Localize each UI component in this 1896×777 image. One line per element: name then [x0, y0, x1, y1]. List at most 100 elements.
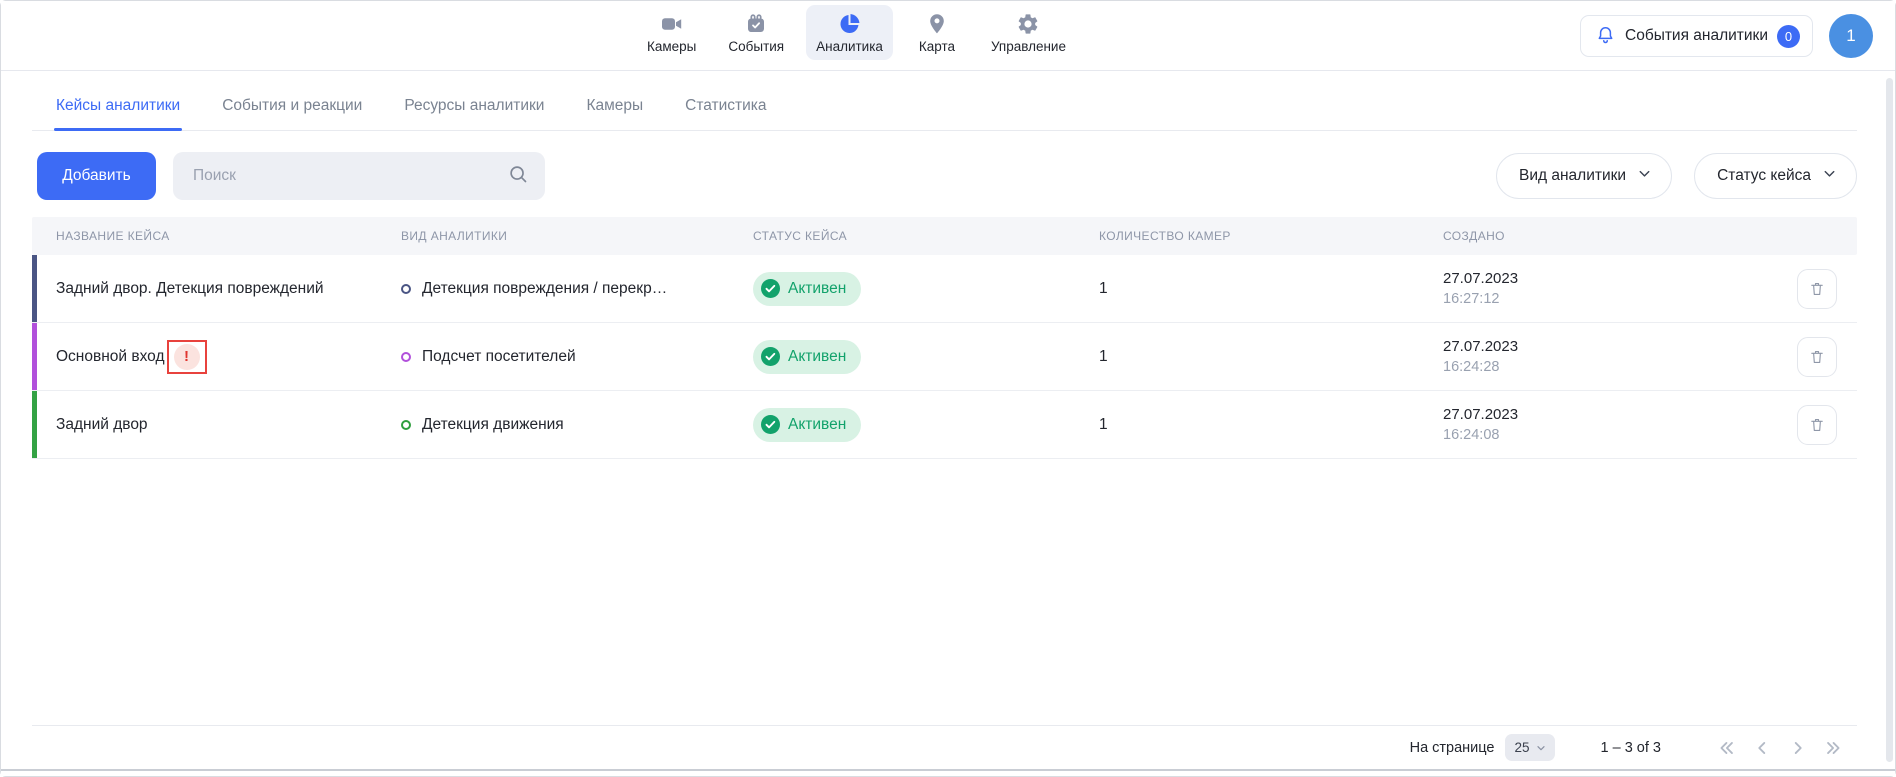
row-accent-bar	[32, 255, 37, 322]
created-date: 27.07.2023	[1443, 405, 1777, 425]
row-accent-bar	[32, 323, 37, 390]
camera-count: 1	[1081, 280, 1425, 298]
analytics-type-label: Подсчет посетителей	[422, 348, 576, 366]
cases-table: НАЗВАНИЕ КЕЙСА ВИД АНАЛИТИКИ СТАТУС КЕЙС…	[32, 217, 1857, 459]
toolbar: Добавить Вид аналитики Статус кейса	[32, 152, 1857, 200]
table-header: НАЗВАНИЕ КЕЙСА ВИД АНАЛИТИКИ СТАТУС КЕЙС…	[32, 217, 1857, 255]
status-label: Активен	[788, 348, 846, 366]
nav-item-events[interactable]: События	[718, 5, 794, 60]
nav-item-analytics[interactable]: Аналитика	[806, 5, 893, 60]
top-bar-right: События аналитики 0 1	[1580, 14, 1873, 58]
analytics-type-label: Детекция движения	[422, 416, 564, 434]
trash-icon	[1808, 416, 1826, 434]
analytics-type-icon	[401, 352, 411, 362]
status-badge: Активен	[753, 340, 861, 374]
search-box	[173, 152, 545, 200]
case-name: Задний двор	[56, 416, 148, 434]
table-row[interactable]: Основной вход ! Подсчет посетителей Акти…	[32, 323, 1857, 391]
nav-item-cameras[interactable]: Камеры	[637, 5, 706, 60]
camera-count: 1	[1081, 348, 1425, 366]
status-badge: Активен	[753, 272, 861, 306]
case-status-filter-label: Статус кейса	[1717, 167, 1811, 185]
events-count-badge: 0	[1777, 25, 1800, 48]
column-header-created: СОЗДАНО	[1425, 229, 1777, 243]
search-icon[interactable]	[507, 163, 529, 190]
analytics-type-filter-label: Вид аналитики	[1519, 167, 1626, 185]
analytics-tabs: Кейсы аналитики События и реакции Ресурс…	[32, 71, 1857, 131]
camera-count: 1	[1081, 416, 1425, 434]
per-page-label: На странице	[1410, 740, 1495, 756]
chevron-down-icon	[1821, 165, 1838, 187]
tab-analytics-cases[interactable]: Кейсы аналитики	[56, 97, 180, 130]
analytics-events-label: События аналитики	[1625, 27, 1768, 45]
trash-icon	[1808, 348, 1826, 366]
chevron-right-icon	[1787, 737, 1809, 759]
nav-label: Карта	[919, 39, 955, 54]
column-header-case-status: СТАТУС КЕЙСА	[735, 229, 1081, 243]
status-badge: Активен	[753, 408, 861, 442]
nav-label: Аналитика	[816, 39, 883, 54]
status-label: Активен	[788, 280, 846, 298]
gear-icon	[1016, 12, 1040, 36]
last-page-button[interactable]	[1821, 735, 1847, 761]
delete-case-button[interactable]	[1797, 269, 1837, 309]
case-status-filter[interactable]: Статус кейса	[1694, 153, 1857, 199]
table-row[interactable]: Задний двор. Детекция повреждений Детекц…	[32, 255, 1857, 323]
check-circle-icon	[761, 415, 780, 434]
row-accent-bar	[32, 391, 37, 458]
add-case-button[interactable]: Добавить	[37, 152, 156, 200]
nav-label: Управление	[991, 39, 1066, 54]
case-name: Задний двор. Детекция повреждений	[56, 280, 324, 298]
analytics-type-filter[interactable]: Вид аналитики	[1496, 153, 1672, 199]
nav-item-map[interactable]: Карта	[905, 5, 969, 60]
video-camera-icon	[659, 12, 684, 36]
tab-events-and-reactions[interactable]: События и реакции	[222, 97, 362, 130]
delete-case-button[interactable]	[1797, 405, 1837, 445]
per-page-select[interactable]: 25	[1505, 734, 1555, 761]
warning-exclamation-icon: !	[174, 344, 200, 370]
analytics-type-icon	[401, 284, 411, 294]
table-row[interactable]: Задний двор Детекция движения Активен 1 …	[32, 391, 1857, 459]
created-time: 16:24:28	[1443, 357, 1777, 377]
nav-label: Камеры	[647, 39, 696, 54]
top-bar: Камеры События Аналитика Карта Управлени…	[1, 1, 1895, 71]
main-navigation: Камеры События Аналитика Карта Управлени…	[637, 5, 1076, 60]
delete-case-button[interactable]	[1797, 337, 1837, 377]
created-time: 16:24:08	[1443, 425, 1777, 445]
empty-space	[32, 459, 1857, 725]
analytics-events-button[interactable]: События аналитики 0	[1580, 15, 1813, 57]
analytics-type-icon	[401, 420, 411, 430]
next-page-button[interactable]	[1785, 735, 1811, 761]
trash-icon	[1808, 280, 1826, 298]
case-name: Основной вход	[56, 348, 165, 366]
tab-cameras[interactable]: Камеры	[586, 97, 643, 130]
check-circle-icon	[761, 347, 780, 366]
chevron-down-icon	[1636, 165, 1653, 187]
pie-chart-icon	[837, 12, 862, 36]
scrollbar[interactable]	[1886, 78, 1893, 762]
column-header-analytics-type: ВИД АНАЛИТИКИ	[383, 229, 735, 243]
created-time: 16:27:12	[1443, 289, 1777, 309]
map-pin-icon	[925, 12, 949, 36]
created-date: 27.07.2023	[1443, 269, 1777, 289]
calendar-check-icon	[744, 12, 768, 36]
chevron-down-icon	[1535, 742, 1547, 754]
pager	[1713, 735, 1847, 761]
check-circle-icon	[761, 279, 780, 298]
first-page-button[interactable]	[1713, 735, 1739, 761]
double-chevron-left-icon	[1715, 737, 1737, 759]
search-input[interactable]	[193, 167, 507, 185]
user-avatar[interactable]: 1	[1829, 14, 1873, 58]
main-content: Кейсы аналитики События и реакции Ресурс…	[1, 71, 1895, 769]
nav-item-management[interactable]: Управление	[981, 5, 1076, 60]
chevron-left-icon	[1751, 737, 1773, 759]
bell-icon	[1595, 24, 1616, 48]
nav-label: События	[728, 39, 784, 54]
tab-analytics-resources[interactable]: Ресурсы аналитики	[404, 97, 544, 130]
tab-statistics[interactable]: Статистика	[685, 97, 766, 130]
pagination-footer: На странице 25 1 – 3 of 3	[32, 725, 1857, 769]
range-label: 1 – 3 of 3	[1601, 740, 1661, 756]
double-chevron-right-icon	[1823, 737, 1845, 759]
previous-page-button[interactable]	[1749, 735, 1775, 761]
column-header-camera-count: КОЛИЧЕСТВО КАМЕР	[1081, 229, 1425, 243]
